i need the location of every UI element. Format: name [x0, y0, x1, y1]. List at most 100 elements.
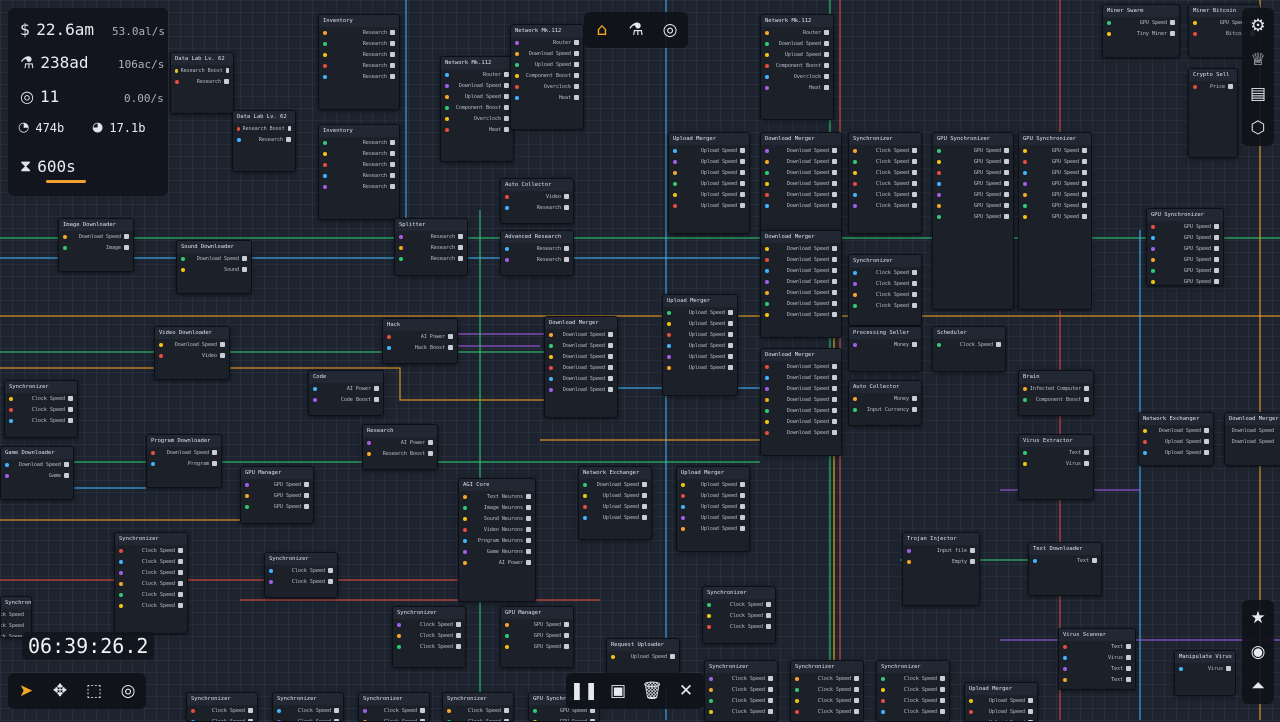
input-port[interactable] — [1023, 387, 1027, 391]
node-text-downloader[interactable]: Text DownloaderText — [1028, 542, 1102, 596]
node-manipulate-virus[interactable]: Manipulate VirusVirus — [1174, 650, 1236, 696]
input-port[interactable] — [969, 710, 973, 714]
input-port[interactable] — [765, 86, 769, 90]
input-port[interactable] — [269, 580, 273, 584]
input-port[interactable] — [119, 604, 123, 608]
node-code[interactable]: CodeAI PowerCode Boost — [308, 370, 384, 416]
node-program-downloader[interactable]: Program DownloaderDownload SpeedProgram — [146, 434, 222, 488]
node-image-downloader[interactable]: Image DownloaderDownload SpeedImage — [58, 218, 134, 272]
close-button[interactable]: ✕ — [672, 677, 700, 705]
input-port[interactable] — [667, 311, 671, 315]
node-gpu-synchronizer[interactable]: GPU SynchronizerGPU SpeedGPU SpeedGPU Sp… — [932, 132, 1014, 310]
input-port[interactable] — [765, 31, 769, 35]
input-port[interactable] — [795, 710, 799, 714]
node-synchronizer[interactable]: SynchronizerClock SpeedClock Speed — [358, 692, 430, 722]
node-synchronizer[interactable]: SynchronizerClock SpeedClock SpeedClock … — [4, 380, 78, 438]
node-agi-core[interactable]: AGI CoreText NeuronsImage NeuronsSound N… — [458, 478, 536, 602]
node-network-exchanger[interactable]: Network ExchangerDownload SpeedUpload Sp… — [1138, 412, 1214, 466]
input-port[interactable] — [1023, 182, 1027, 186]
input-port[interactable] — [313, 387, 317, 391]
input-port[interactable] — [515, 52, 519, 56]
input-port[interactable] — [681, 494, 685, 498]
input-port[interactable] — [9, 419, 13, 423]
input-port[interactable] — [1151, 258, 1155, 262]
input-port[interactable] — [323, 31, 327, 35]
input-port[interactable] — [399, 257, 403, 261]
node-synchronizer[interactable]: SynchronizerClock SpeedClock SpeedClock … — [790, 660, 864, 722]
processor-tab[interactable]: ◎ — [656, 16, 684, 44]
node-synchronizer[interactable]: SynchronizerClock SpeedClock Speed — [272, 692, 344, 722]
input-port[interactable] — [463, 528, 467, 532]
input-port[interactable] — [795, 699, 799, 703]
box-select-tool[interactable]: ⬚ — [80, 677, 108, 705]
input-port[interactable] — [175, 69, 178, 73]
research-tab[interactable]: ⚗ — [622, 16, 650, 44]
input-port[interactable] — [1107, 21, 1111, 25]
input-port[interactable] — [1107, 32, 1111, 36]
input-port[interactable] — [709, 688, 713, 692]
input-port[interactable] — [765, 365, 769, 369]
node-gpu-manager[interactable]: GPU ManagerGPU SpeedGPU SpeedGPU Speed — [500, 606, 574, 668]
input-port[interactable] — [277, 709, 281, 713]
input-port[interactable] — [549, 388, 553, 392]
input-port[interactable] — [119, 560, 123, 564]
node-scheduler[interactable]: SchedulerClock Speed — [932, 326, 1006, 372]
input-port[interactable] — [463, 517, 467, 521]
node-synchronizer[interactable]: SynchronizerClock SpeedClock SpeedClock … — [704, 660, 778, 722]
input-port[interactable] — [1063, 645, 1067, 649]
input-port[interactable] — [667, 344, 671, 348]
input-port[interactable] — [463, 495, 467, 499]
node-game-downloader[interactable]: Game DownloaderDownload SpeedGame — [0, 446, 74, 500]
input-port[interactable] — [667, 322, 671, 326]
node-synchronizer[interactable]: SynchronizerClock SpeedClock SpeedClock … — [702, 586, 776, 644]
node-video-downloader[interactable]: Video DownloaderDownload SpeedVideo — [154, 326, 230, 380]
input-port[interactable] — [1151, 225, 1155, 229]
hex-button[interactable]: ⬡ — [1244, 114, 1272, 142]
node-download-merger[interactable]: Download MergerDownload SpeedDownload Sp… — [1224, 412, 1280, 466]
input-port[interactable] — [1151, 269, 1155, 273]
input-port[interactable] — [9, 397, 13, 401]
move-tool[interactable]: ✥ — [46, 677, 74, 705]
input-port[interactable] — [765, 42, 769, 46]
input-port[interactable] — [245, 505, 249, 509]
node-inventory[interactable]: InventoryResearchResearchResearchResearc… — [318, 124, 400, 220]
input-port[interactable] — [881, 699, 885, 703]
favorites-button[interactable]: ★ — [1244, 604, 1272, 632]
input-port[interactable] — [1023, 149, 1027, 153]
input-port[interactable] — [853, 271, 857, 275]
node-synchronizer[interactable]: SynchronizerClock SpeedClock SpeedClock … — [848, 254, 922, 326]
input-port[interactable] — [667, 333, 671, 337]
input-port[interactable] — [1143, 429, 1147, 433]
input-port[interactable] — [673, 160, 677, 164]
input-port[interactable] — [9, 408, 13, 412]
input-port[interactable] — [1151, 280, 1155, 284]
input-port[interactable] — [853, 160, 857, 164]
input-port[interactable] — [709, 710, 713, 714]
input-port[interactable] — [505, 247, 509, 251]
input-port[interactable] — [119, 593, 123, 597]
input-port[interactable] — [323, 53, 327, 57]
input-port[interactable] — [583, 516, 587, 520]
input-port[interactable] — [445, 128, 449, 132]
node-synchronizer[interactable]: SynchronizerClock SpeedClock SpeedClock … — [848, 132, 922, 234]
input-port[interactable] — [323, 64, 327, 68]
input-port[interactable] — [853, 397, 857, 401]
input-port[interactable] — [119, 571, 123, 575]
input-port[interactable] — [1063, 667, 1067, 671]
input-port[interactable] — [681, 483, 685, 487]
input-port[interactable] — [1193, 21, 1197, 25]
input-port[interactable] — [907, 560, 911, 564]
node-virus-scanner[interactable]: Virus ScannerTextVirusTextText — [1058, 628, 1136, 690]
input-port[interactable] — [765, 291, 769, 295]
input-port[interactable] — [1023, 193, 1027, 197]
input-port[interactable] — [881, 710, 885, 714]
node-synchronizer[interactable]: SynchronizerClock SpeedClock Speed — [264, 552, 338, 598]
input-port[interactable] — [765, 247, 769, 251]
input-port[interactable] — [549, 377, 553, 381]
input-port[interactable] — [399, 246, 403, 250]
input-port[interactable] — [159, 343, 163, 347]
input-port[interactable] — [853, 293, 857, 297]
input-port[interactable] — [1193, 32, 1197, 36]
input-port[interactable] — [505, 195, 509, 199]
input-port[interactable] — [853, 204, 857, 208]
